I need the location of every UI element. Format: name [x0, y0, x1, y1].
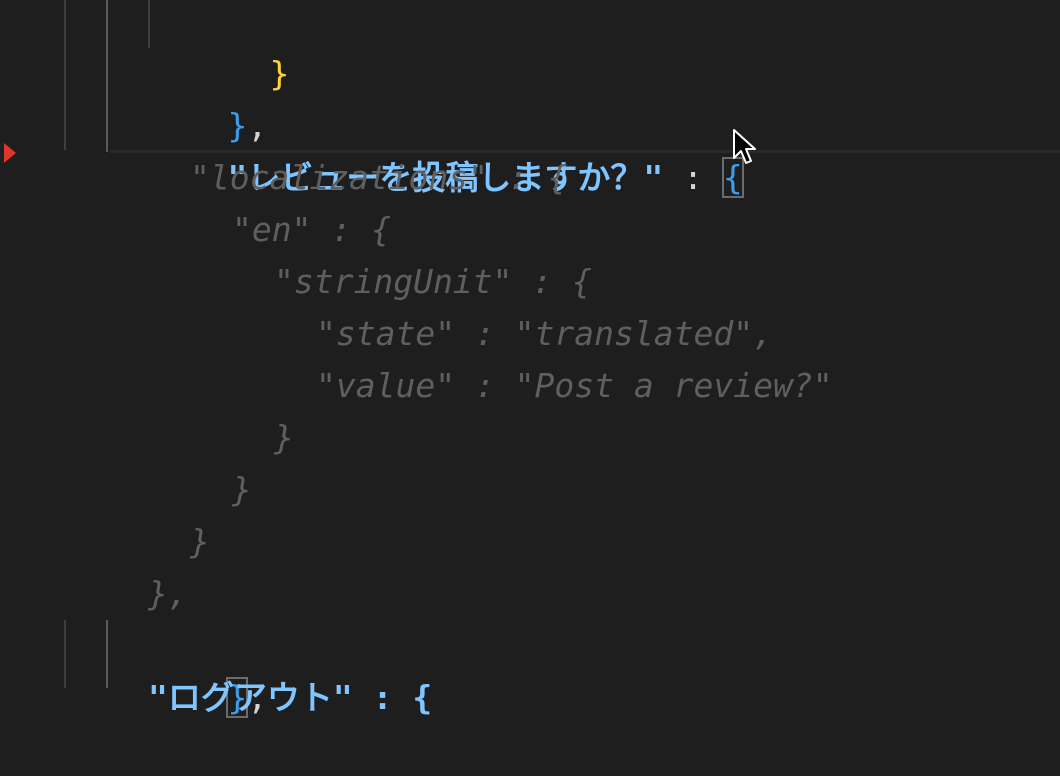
indent-guide	[64, 0, 66, 150]
code-line-active[interactable]: "レビューを投稿しますか？" : {	[148, 100, 744, 198]
code-line[interactable]: }	[190, 0, 289, 93]
mouse-pointer-icon	[733, 129, 756, 164]
code-line[interactable]: },	[148, 48, 267, 145]
indent-guide	[106, 620, 108, 688]
code-editor[interactable]: } }, "レビューを投稿しますか？" : { "localizations" …	[0, 0, 1060, 718]
code-line-folded[interactable]: }	[232, 464, 252, 516]
code-line-folded[interactable]: }	[190, 516, 210, 568]
indent-guide	[106, 0, 108, 152]
indent-guide	[148, 0, 150, 48]
code-line-folded[interactable]: "value" : "Post a review?"	[316, 360, 833, 412]
code-line-folded[interactable]: },	[148, 568, 188, 620]
code-line-folded[interactable]: "localizations" : {	[190, 152, 568, 204]
colon: :	[663, 158, 723, 197]
code-line-folded[interactable]: "state" : "translated",	[316, 308, 773, 360]
code-line-folded[interactable]: "stringUnit" : {	[274, 256, 592, 308]
code-line-folded[interactable]: }	[274, 412, 294, 464]
code-line[interactable]: "ログアウト" : {	[148, 672, 432, 724]
indent-guide	[64, 620, 66, 688]
breakpoint-marker-icon[interactable]	[4, 143, 16, 163]
closing-brace: }	[269, 54, 290, 93]
code-line[interactable]: },	[148, 620, 267, 718]
code-line-folded[interactable]: "en" : {	[232, 204, 391, 256]
